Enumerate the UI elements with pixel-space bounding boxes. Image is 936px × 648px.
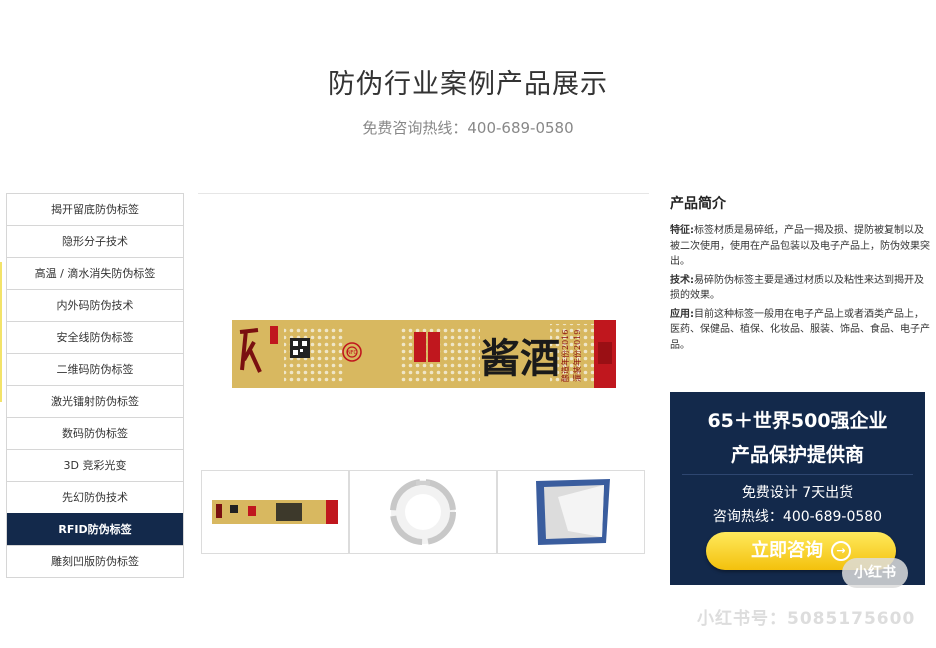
feature-text: 标签材质是易碎纸，产品一揭及损、提防被复制以及被二次使用，使用在产品包装以及电子…: [670, 225, 930, 267]
sidebar-item-qr-code[interactable]: 二维码防伪标签: [7, 353, 183, 385]
promo-hotline: 咨询热线：400-689-0580: [712, 509, 883, 525]
category-sidebar: 揭开留底防伪标签 隐形分子技术 高温 / 滴水消失防伪标签 内外码防伪技术 安全…: [6, 193, 184, 578]
watermark-text: 小红书号：5085175600: [697, 609, 916, 629]
promo-banner: 65＋世界500强企业 产品保护提供商 免费设计 7天出货 咨询热线：400-6…: [670, 392, 925, 585]
calligraphy-text: 酱酒: [480, 335, 560, 382]
product-intro: 产品简介 特征:标签材质是易碎纸，产品一揭及损、提防被复制以及被二次使用，使用在…: [670, 193, 932, 356]
promo-divider: [682, 474, 913, 475]
thumbnail-ring-tag[interactable]: [349, 470, 497, 554]
sidebar-item-3d-optical[interactable]: 3D 竞彩光变: [7, 449, 183, 481]
sidebar-item-inner-outer-code[interactable]: 内外码防伪技术: [7, 289, 183, 321]
fill-year-text: 灌装年份2019: [572, 330, 582, 382]
sidebar-item-laser-holographic[interactable]: 激光镭射防伪标签: [7, 385, 183, 417]
consult-button-label: 立即咨询: [751, 540, 823, 561]
sidebar-item-tamper-evident[interactable]: 揭开留底防伪标签: [7, 193, 183, 225]
promo-headline: 65＋世界500强企业: [707, 410, 888, 432]
sidebar-item-invisible-molecule[interactable]: 隐形分子技术: [7, 225, 183, 257]
rfid-label-strip: NFC 酱酒 酿造年份2016 灌装年份2019: [232, 320, 616, 388]
thumbnail-label-strip[interactable]: [201, 470, 349, 554]
app-label: 应用:: [670, 308, 694, 320]
nfc-mark: NFC: [347, 350, 358, 356]
hotline-subtitle: 免费咨询热线：400-689-0580: [362, 119, 574, 137]
page-title: 防伪行业案例产品展示: [328, 69, 608, 100]
promo-subheadline: 产品保护提供商: [730, 444, 864, 466]
tech-text: 易碎防伪标签主要是通过材质以及粘性来达到揭开及损的效果。: [670, 274, 924, 302]
brew-year-text: 酿造年份2016: [560, 330, 570, 382]
feature-label: 特征:: [670, 225, 694, 236]
sidebar-item-intaglio[interactable]: 雕刻凹版防伪标签: [7, 545, 183, 578]
sidebar-item-phantom[interactable]: 先幻防伪技术: [7, 481, 183, 513]
promo-offer: 免费设计 7天出货: [741, 485, 854, 501]
product-main-image: NFC 酱酒 酿造年份2016 灌装年份2019: [198, 193, 649, 464]
intro-technology: 技术:易碎防伪标签主要是通过材质以及粘性来达到揭开及损的效果。: [670, 273, 932, 304]
sidebar-item-digital[interactable]: 数码防伪标签: [7, 417, 183, 449]
thumbnail-sticker-sheet[interactable]: [497, 470, 645, 554]
intro-feature: 特征:标签材质是易碎纸，产品一揭及损、提防被复制以及被二次使用，使用在产品包装以…: [670, 223, 932, 270]
side-accent-bar: [0, 262, 2, 402]
watermark-badge: 小红书: [842, 558, 908, 588]
intro-application: 应用:目前这种标签一般用在电子产品上或者酒类产品上，医药、保健品、植保、化妆品、…: [670, 307, 932, 354]
sidebar-item-heat-water-vanish[interactable]: 高温 / 滴水消失防伪标签: [7, 257, 183, 289]
sidebar-item-rfid[interactable]: RFID防伪标签: [7, 513, 183, 545]
sidebar-item-security-thread[interactable]: 安全线防伪标签: [7, 321, 183, 353]
app-text: 目前这种标签一般用在电子产品上或者酒类产品上，医药、保健品、植保、化妆品、服装、…: [670, 308, 930, 351]
intro-title: 产品简介: [670, 196, 726, 212]
tech-label: 技术:: [670, 274, 694, 286]
arrow-right-icon: →: [831, 541, 851, 561]
